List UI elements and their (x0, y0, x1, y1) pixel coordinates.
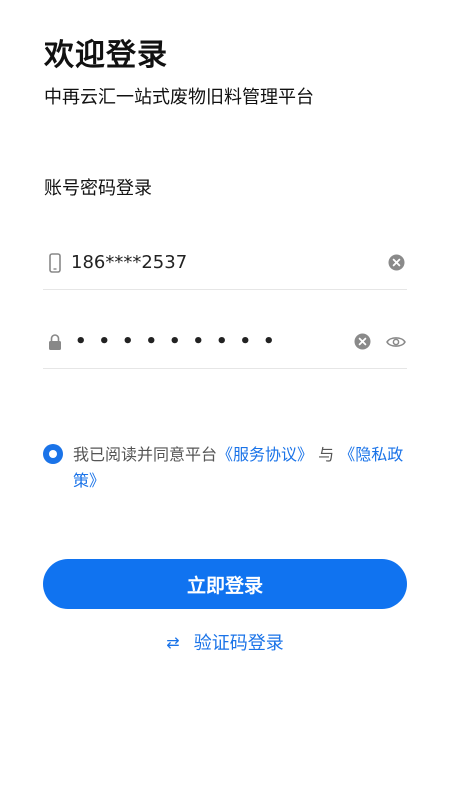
phone-input[interactable] (71, 242, 385, 283)
phone-field (43, 236, 407, 290)
login-button[interactable]: 立即登录 (43, 559, 407, 609)
sms-login-label: 验证码登录 (193, 633, 284, 654)
password-input[interactable]: ••••••••• (75, 331, 351, 352)
swap-icon: ⇄ (166, 632, 180, 652)
phone-icon (45, 252, 65, 274)
login-mode-label: 账号密码登录 (44, 178, 152, 199)
agreement-prefix: 我已阅读并同意平台 (73, 445, 218, 464)
agreement-text: 我已阅读并同意平台《服务协议》 与 《隐私政策》 (73, 442, 407, 494)
agreement-checkbox[interactable] (43, 444, 63, 464)
page-subtitle: 中再云汇一站式废物旧料管理平台 (44, 87, 314, 108)
agreement-connector: 与 (318, 445, 335, 464)
clear-phone-icon[interactable] (385, 252, 407, 274)
login-screen: 欢迎登录 中再云汇一站式废物旧料管理平台 账号密码登录 •••••• (0, 0, 450, 800)
checkbox-dot-icon (49, 450, 57, 458)
sms-login-link[interactable]: ⇄ 验证码登录 (0, 629, 450, 655)
eye-icon[interactable] (385, 331, 407, 353)
clear-password-icon[interactable] (351, 331, 373, 353)
lock-icon (45, 331, 65, 353)
agreement-row: 我已阅读并同意平台《服务协议》 与 《隐私政策》 (43, 442, 407, 494)
service-agreement-link[interactable]: 《服务协议》 (217, 445, 313, 464)
page-title: 欢迎登录 (44, 38, 168, 73)
password-field: ••••••••• (43, 315, 407, 369)
